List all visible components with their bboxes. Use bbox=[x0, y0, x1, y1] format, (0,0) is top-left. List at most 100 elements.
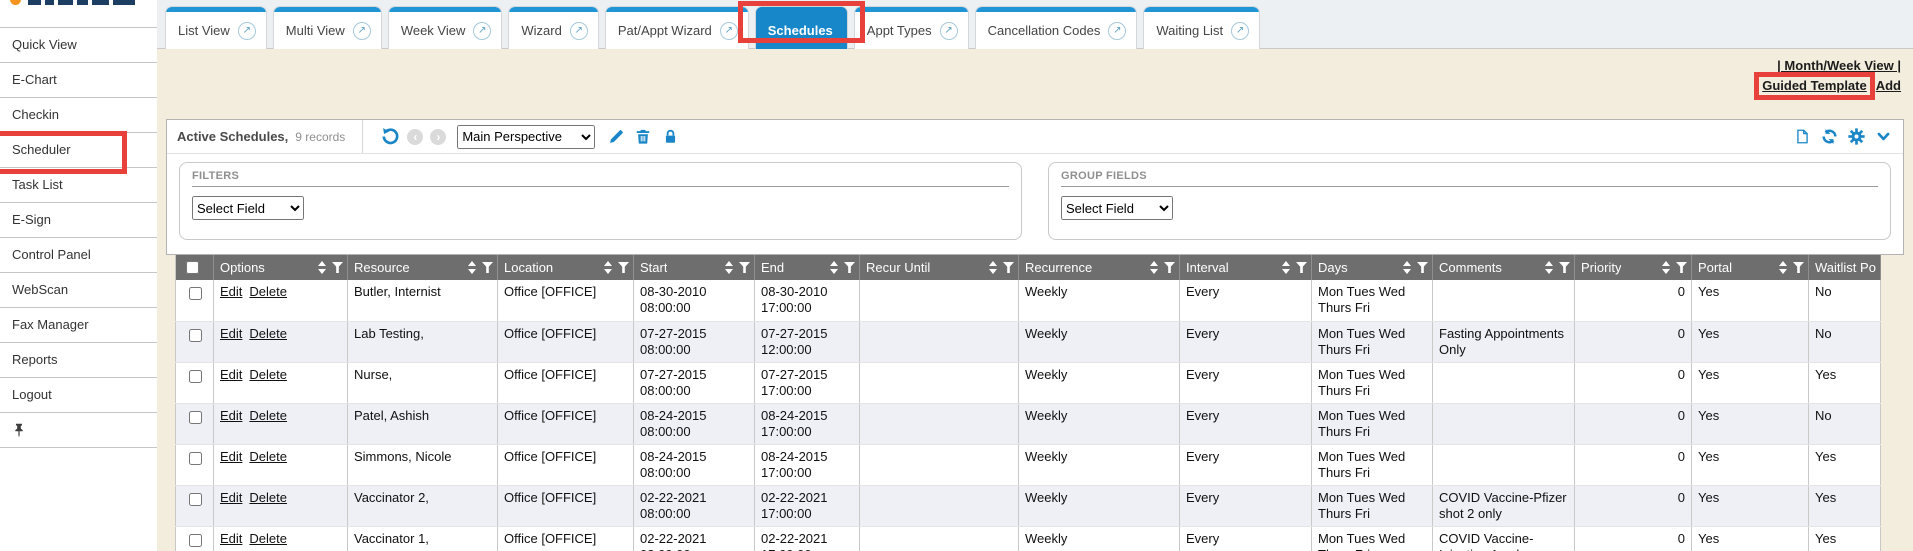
edit-link[interactable]: Edit bbox=[220, 367, 242, 382]
sort-icon[interactable] bbox=[1150, 261, 1159, 274]
tab-list-view[interactable]: List View↗ bbox=[165, 6, 267, 49]
edit-link[interactable]: Edit bbox=[220, 490, 242, 505]
row-checkbox[interactable] bbox=[189, 370, 202, 383]
row-checkbox[interactable] bbox=[189, 329, 202, 342]
delete-link[interactable]: Delete bbox=[249, 284, 287, 299]
edit-link[interactable]: Edit bbox=[220, 326, 242, 341]
filter-funnel-icon[interactable] bbox=[618, 262, 629, 273]
column-header-start[interactable]: Start bbox=[634, 255, 755, 280]
sidebar-item-control-panel[interactable]: Control Panel bbox=[0, 238, 157, 273]
filter-funnel-icon[interactable] bbox=[1676, 262, 1687, 273]
sort-icon[interactable] bbox=[989, 261, 998, 274]
filter-funnel-icon[interactable] bbox=[1296, 262, 1307, 273]
column-header-portal[interactable]: Portal bbox=[1692, 255, 1809, 280]
popout-icon[interactable]: ↗ bbox=[940, 22, 958, 40]
sidebar-item-quick-view[interactable]: Quick View bbox=[0, 28, 157, 63]
column-header-waitlist-po[interactable]: Waitlist Po bbox=[1809, 255, 1881, 280]
group-fields-select[interactable]: Select Field bbox=[1061, 196, 1173, 220]
edit-link[interactable]: Edit bbox=[220, 531, 242, 546]
popout-icon[interactable]: ↗ bbox=[1231, 22, 1249, 40]
sort-icon[interactable] bbox=[1779, 261, 1788, 274]
tab-appt-types[interactable]: Appt Types↗ bbox=[854, 6, 969, 49]
popout-icon[interactable]: ↗ bbox=[473, 22, 491, 40]
tab-multi-view[interactable]: Multi View↗ bbox=[273, 6, 382, 49]
edit-link[interactable]: Edit bbox=[220, 449, 242, 464]
sort-icon[interactable] bbox=[830, 261, 839, 274]
filters-field-select[interactable]: Select Field bbox=[192, 196, 304, 220]
row-checkbox[interactable] bbox=[189, 493, 202, 506]
popout-icon[interactable]: ↗ bbox=[238, 22, 256, 40]
sidebar-item-checkin[interactable]: Checkin bbox=[0, 98, 157, 133]
sidebar-item-reports[interactable]: Reports bbox=[0, 343, 157, 378]
next-icon[interactable]: › bbox=[430, 129, 446, 145]
tab-week-view[interactable]: Week View↗ bbox=[388, 6, 503, 49]
delete-link[interactable]: Delete bbox=[249, 490, 287, 505]
sidebar-item-e-chart[interactable]: E-Chart bbox=[0, 63, 157, 98]
sort-icon[interactable] bbox=[318, 261, 327, 274]
sidebar-pin-toggle[interactable] bbox=[0, 413, 157, 448]
perspective-select[interactable]: Main Perspective bbox=[457, 125, 595, 149]
filter-funnel-icon[interactable] bbox=[844, 262, 855, 273]
select-all-checkbox[interactable] bbox=[186, 261, 199, 274]
column-header-recur-until[interactable]: Recur Until bbox=[860, 255, 1019, 280]
popout-icon[interactable]: ↗ bbox=[1108, 22, 1126, 40]
column-header-end[interactable]: End bbox=[755, 255, 860, 280]
sort-icon[interactable] bbox=[1403, 261, 1412, 274]
tab-cancellation-codes[interactable]: Cancellation Codes↗ bbox=[975, 6, 1138, 49]
column-header-priority[interactable]: Priority bbox=[1575, 255, 1692, 280]
popout-icon[interactable]: ↗ bbox=[353, 22, 371, 40]
lock-icon[interactable] bbox=[660, 126, 680, 148]
sidebar-item-task-list[interactable]: Task List bbox=[0, 168, 157, 203]
column-header-location[interactable]: Location bbox=[498, 255, 634, 280]
undo-icon[interactable] bbox=[380, 126, 400, 148]
row-checkbox[interactable] bbox=[189, 287, 202, 300]
delete-link[interactable]: Delete bbox=[249, 326, 287, 341]
row-checkbox[interactable] bbox=[189, 534, 202, 547]
edit-pencil-icon[interactable] bbox=[606, 126, 626, 148]
sort-icon[interactable] bbox=[1545, 261, 1554, 274]
delete-trash-icon[interactable] bbox=[633, 126, 653, 148]
column-header-comments[interactable]: Comments bbox=[1433, 255, 1575, 280]
filter-funnel-icon[interactable] bbox=[1417, 262, 1428, 273]
row-checkbox[interactable] bbox=[189, 452, 202, 465]
sort-icon[interactable] bbox=[604, 261, 613, 274]
sidebar-item-scheduler[interactable]: Scheduler bbox=[0, 133, 157, 168]
add-link[interactable]: Add bbox=[1876, 78, 1901, 93]
column-header-options[interactable]: Options bbox=[214, 255, 348, 280]
column-header-interval[interactable]: Interval bbox=[1180, 255, 1312, 280]
sort-icon[interactable] bbox=[1662, 261, 1671, 274]
delete-link[interactable]: Delete bbox=[249, 531, 287, 546]
popout-icon[interactable]: ↗ bbox=[720, 22, 738, 40]
tab-waiting-list[interactable]: Waiting List↗ bbox=[1143, 6, 1260, 49]
delete-link[interactable]: Delete bbox=[249, 367, 287, 382]
tab-wizard[interactable]: Wizard↗ bbox=[508, 6, 598, 49]
sidebar-item-logout[interactable]: Logout bbox=[0, 378, 157, 413]
guided-template-link[interactable]: Guided Template bbox=[1762, 78, 1867, 93]
delete-link[interactable]: Delete bbox=[249, 449, 287, 464]
sidebar-item-fax-manager[interactable]: Fax Manager bbox=[0, 308, 157, 343]
tab-schedules[interactable]: Schedules bbox=[755, 6, 848, 49]
settings-gear-icon[interactable] bbox=[1846, 126, 1866, 148]
filter-funnel-icon[interactable] bbox=[739, 262, 750, 273]
month-week-view-link[interactable]: | Month/Week View | bbox=[1777, 58, 1901, 73]
collapse-chevron-icon[interactable] bbox=[1873, 126, 1893, 148]
new-document-icon[interactable] bbox=[1792, 126, 1812, 148]
sort-icon[interactable] bbox=[468, 261, 477, 274]
sort-icon[interactable] bbox=[1282, 261, 1291, 274]
popout-icon[interactable]: ↗ bbox=[570, 22, 588, 40]
filter-funnel-icon[interactable] bbox=[1164, 262, 1175, 273]
sidebar-item-e-sign[interactable]: E-Sign bbox=[0, 203, 157, 238]
edit-link[interactable]: Edit bbox=[220, 408, 242, 423]
tab-pat-appt-wizard[interactable]: Pat/Appt Wizard↗ bbox=[605, 6, 749, 49]
prev-icon[interactable]: ‹ bbox=[407, 129, 423, 145]
row-checkbox[interactable] bbox=[189, 411, 202, 424]
sort-icon[interactable] bbox=[725, 261, 734, 274]
column-header-resource[interactable]: Resource bbox=[348, 255, 498, 280]
filter-funnel-icon[interactable] bbox=[1559, 262, 1570, 273]
filter-funnel-icon[interactable] bbox=[1793, 262, 1804, 273]
column-header-recurrence[interactable]: Recurrence bbox=[1019, 255, 1180, 280]
column-header-days[interactable]: Days bbox=[1312, 255, 1433, 280]
filter-funnel-icon[interactable] bbox=[332, 262, 343, 273]
refresh-icon[interactable] bbox=[1819, 126, 1839, 148]
sidebar-item-webscan[interactable]: WebScan bbox=[0, 273, 157, 308]
